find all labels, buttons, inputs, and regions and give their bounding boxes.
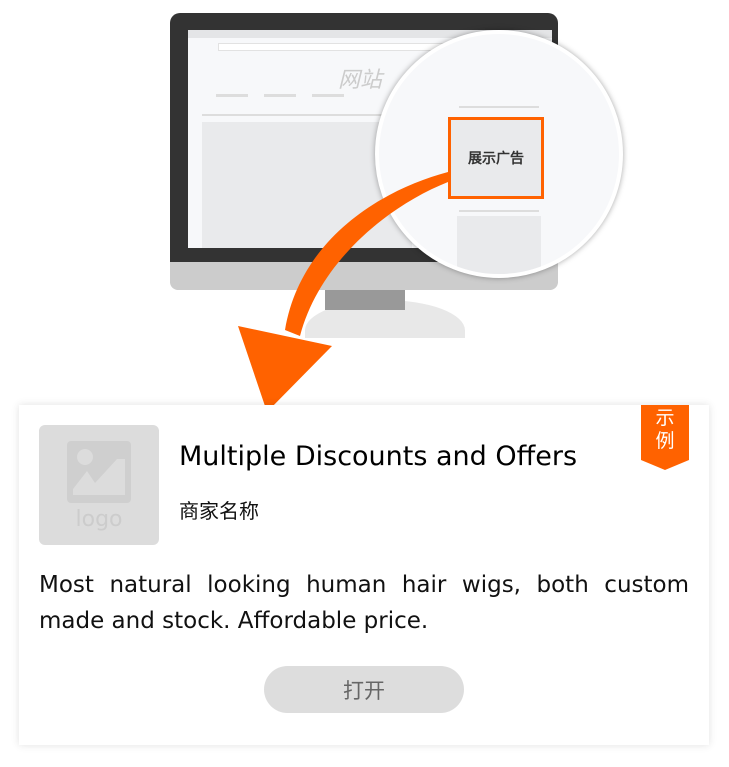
image-icon [67,441,131,503]
logo-placeholder: logo [39,425,159,545]
logo-text: logo [75,507,123,532]
ad-description: Most natural looking human hair wigs, bo… [39,572,689,634]
ad-card[interactable]: logo Multiple Discounts and Offers 商家名称 … [19,405,709,745]
open-button[interactable]: 打开 [264,666,464,713]
merchant-name: 商家名称 [179,499,259,523]
sample-badge-text: 示例 [655,407,675,452]
ad-title[interactable]: Multiple Discounts and Offers [179,441,577,472]
